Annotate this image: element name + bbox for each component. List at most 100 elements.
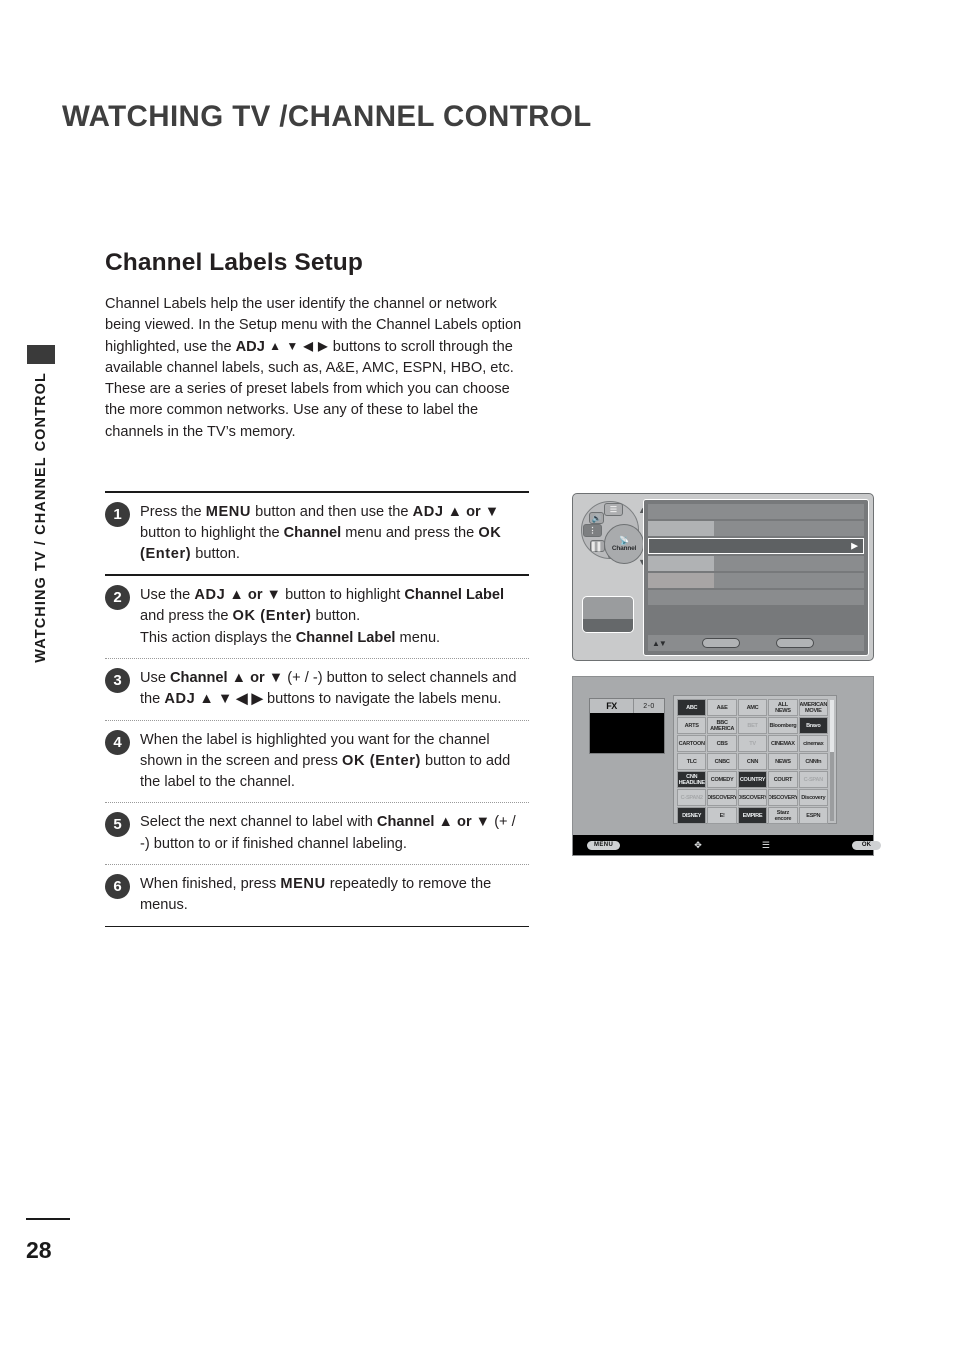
step-number-badge: 1 [105,501,130,527]
wheel-ring: ☰ 🔊 ⋮ ▌▌ AB 📡 Channel [581,501,644,564]
osd-menu-row[interactable] [648,504,864,519]
intro-text-run: ADJ [235,338,265,355]
channel-logo-cell[interactable]: cinemax [798,735,828,752]
step-text-run: buttons to navigate the labels menu. [262,691,502,708]
step-text: When finished, press MENU repeatedly to … [140,873,529,917]
step-text: Use the ADJ ▲ or ▼ button to highlight C… [140,584,529,649]
channel-logo-cell[interactable]: E! [707,807,737,824]
channel-logo-cell[interactable]: Starz encore [768,807,798,824]
step-text-run: menu. [395,629,441,646]
intro-paragraph: Channel Labels help the user identify th… [105,294,529,443]
channel-logo-cell[interactable]: Bravo [798,717,828,734]
osd-footer-button-1 [701,638,740,648]
channel-logo-cell[interactable]: CNN HEADLINE [677,771,707,788]
logo-grid-box: ABC A&E AMC ALL NEWS AMERICAN MOVIE ARTS BBC A… [673,695,837,824]
step-item: 3 Use Channel ▲ or ▼ (+ / -) button to se… [105,659,529,720]
channel-logo-cell[interactable]: ALL NEWS [768,699,798,716]
channel-logo-cell[interactable]: CNBC [707,753,737,770]
volume-icon: 🔊 [589,512,604,524]
step-text-run: ADJ [194,587,226,604]
osd-key-guide: MENU ✥ ☰ OK [573,835,881,855]
channel-logo-cell[interactable]: AMERICAN MOVIE [798,699,828,716]
osd-panel: ▶ ▲▼ [643,499,869,656]
step-text-run: ▲ ▼ ◀ ▶ [195,691,263,708]
step-text-run: Channel [376,814,435,831]
channel-logo-cell[interactable]: CINEMAX [768,735,798,752]
channel-logo-cell[interactable]: DISCOVERY [737,789,768,806]
step-text-run: This action displays the [140,629,296,646]
step-number-badge: 6 [105,874,130,900]
channel-preview-logo: FX [590,699,634,713]
thumbnail-band [583,619,633,632]
channel-logo-cell[interactable]: COURT [768,771,798,788]
step-item: 5 Select the next channel to label with C… [105,803,529,864]
step-number-badge: 4 [105,729,130,755]
channel-logo-cell[interactable]: C-SPAN [798,771,828,788]
channel-logo-cell[interactable]: A&E [707,699,737,716]
step-text-run: ADJ [412,503,444,520]
logo-grid-scrollbar[interactable] [830,700,834,821]
osd-footer: ▲▼ [648,635,864,651]
input-icon: ⋮ [583,524,602,537]
channel-logo-cell[interactable]: TV [737,735,768,752]
channel-logo-cell[interactable]: ARTS [677,717,707,734]
channel-logo-cell[interactable]: ESPN [798,807,828,824]
manual-page: WATCHING TV /CHANNEL CONTROL WATCHING TV… [0,0,954,1351]
channel-logo-cell[interactable]: DISCOVERY [707,789,737,806]
intro-text-run: ▲ ▼ ◀ ▶ [264,338,333,353]
pause-icon: ▌▌ [590,540,605,552]
channel-logo-cell[interactable]: BET [737,717,768,734]
channel-logo-cell[interactable]: AMC [737,699,768,716]
osd-menu-row[interactable]: ▶ [648,538,864,554]
channel-logo-cell[interactable]: CARTOON [677,735,707,752]
osd-menu-row[interactable] [648,590,864,605]
channel-logo-cell[interactable]: CNN [737,753,768,770]
osd-menu-row[interactable] [648,556,864,571]
channel-logo-cell[interactable]: DISNEY [677,807,707,824]
channel-logo-cell[interactable]: EMPIRE [737,807,768,824]
running-head: WATCHING TV /CHANNEL CONTROL [62,100,592,133]
step-text-run: ▲ or ▼ [434,814,491,831]
step-number-badge: 5 [105,812,130,838]
step-text-run: button. [311,608,361,625]
section-title: Channel Labels Setup [105,249,363,276]
step-text: When the label is highlighted you want f… [140,729,529,794]
channel-logo-cell[interactable]: ABC [677,699,707,716]
osd-menu-row[interactable] [648,521,864,536]
step-text: Select the next channel to label with Ch… [140,811,529,855]
step-text-run: Channel Label [404,587,505,604]
folio-rule [26,1218,70,1220]
control-wheel: ☰ 🔊 ⋮ ▌▌ AB 📡 Channel ▲ ▼ [578,497,647,591]
osd-menu-row[interactable] [648,573,864,588]
step-text-run: button. [191,546,240,563]
channel-logo-cell[interactable]: DISCOVERY [768,789,798,806]
logo-grid: ABC A&E AMC ALL NEWS AMERICAN MOVIE ARTS BBC A… [677,699,828,824]
channel-logo-cell[interactable]: TLC [677,753,707,770]
channel-logo-cell[interactable]: C-SPAN2 [677,789,707,806]
step-text-run: Press the [140,503,206,520]
channel-logo-cell[interactable]: CNNfn [798,753,828,770]
step-text-run: Select the next channel to label with [140,814,377,831]
figure-channel-label-grid: FX 2-0 ABC A&E AMC ALL NEWS AMERICAN MOVIE AR… [572,676,881,856]
step-number-badge: 2 [105,585,130,611]
osd-row-list: ▶ [648,504,864,605]
channel-logo-cell[interactable]: COMEDY [707,771,737,788]
channel-logo-cell[interactable]: Discovery [798,789,828,806]
step-text: Press the MENU button and then use the A… [140,501,529,566]
channel-logo-cell[interactable]: Bloomberg [768,717,798,734]
step-text-run: and press the [140,608,233,625]
channel-logo-cell[interactable]: COUNTRY [737,771,768,788]
step-text-run: ▲ or ▼ [227,669,284,686]
steps-bottom-rule [105,925,529,928]
channel-preview: FX 2-0 [589,698,665,754]
menu-icon: ☰ [604,503,623,516]
channel-logo-cell[interactable]: NEWS [768,753,798,770]
step-text-run: Use the [140,587,195,604]
channel-logo-cell[interactable]: BBC AMERICA [707,717,737,734]
channel-logo-cell[interactable]: CBS [707,735,737,752]
step-text-run: button to highlight the [140,524,284,541]
step-text-run: Channel [170,669,228,686]
step-text-run: menu and press the [341,524,479,541]
steps-list: 1 Press the MENU button and then use the … [105,491,529,928]
osd-row-label-area [648,521,714,536]
